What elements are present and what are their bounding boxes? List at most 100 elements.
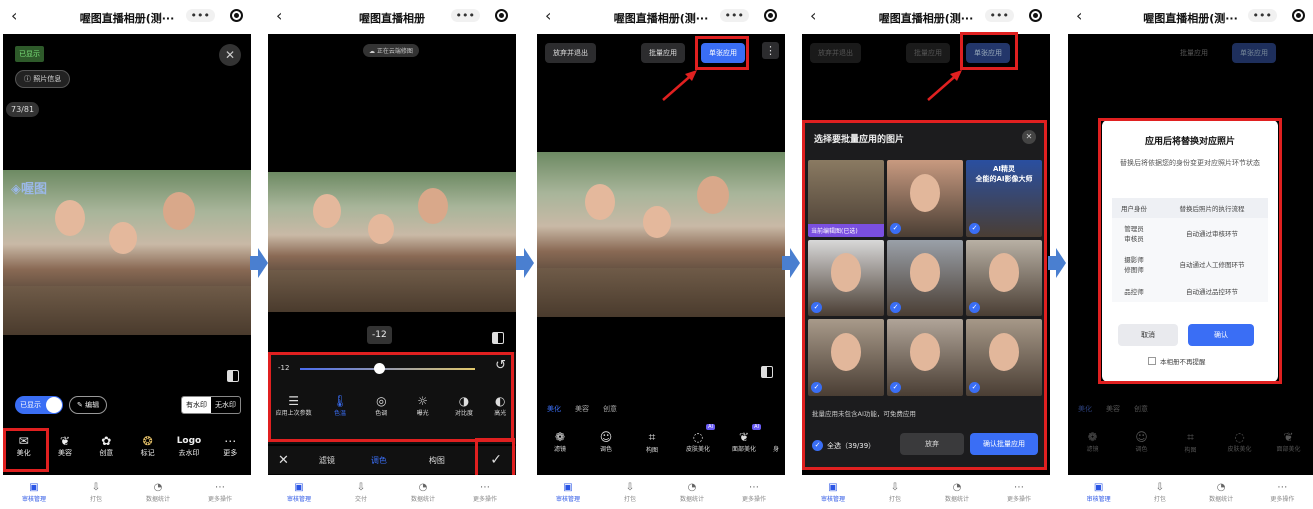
tab-review[interactable]: ▣ 审核管理 [274,482,324,503]
toggle-knob [46,397,62,413]
tab-beauty[interactable]: 美容 [1106,404,1120,414]
tab-beautify[interactable]: 美化 [547,404,561,414]
watermark-on[interactable]: 有水印 [182,397,211,413]
more-dots-icon: ⋯ [480,481,490,493]
record-icon[interactable] [1292,9,1305,22]
tab-package[interactable]: ⇩ 打包 [605,482,655,503]
filter-icon: ❁ [1087,430,1098,444]
tool-crop[interactable]: ⌗ 构图 [633,430,671,454]
watermark-off[interactable]: 无水印 [211,397,240,413]
tab-package[interactable]: ⇩ 打包 [1135,482,1185,503]
record-icon[interactable] [764,9,777,22]
nav-bar: ‹ 喔图直播相册(测··· ••• [802,0,1050,34]
tab-stats[interactable]: ◔ 数据统计 [133,482,183,503]
record-icon[interactable] [1029,9,1042,22]
value-badge: -12 [367,326,392,344]
edit-button[interactable]: ✎ 编辑 [69,396,108,414]
tool-filter[interactable]: ❁ 滤镜 [541,430,579,454]
more-menu-icon[interactable]: ••• [185,9,215,22]
tab-label: 更多操作 [207,495,232,503]
discard-exit-button[interactable]: 放弃并退出 [810,43,861,63]
watermark-switch[interactable]: 有水印 无水印 [181,396,241,414]
tool-body[interactable]: 身 [771,430,781,454]
more-menu-icon[interactable]: ••• [450,9,480,22]
tab-stats[interactable]: ◔ 数据统计 [1196,482,1246,503]
tab-more[interactable]: ⋯ 更多操作 [729,482,779,503]
tab-creative[interactable]: 创意 [1134,404,1148,414]
tab-package[interactable]: ⇩ 打包 [870,482,920,503]
batch-apply-button[interactable]: 批量应用 [1172,43,1216,63]
tool-beauty[interactable]: ❦ 美容 [46,434,84,458]
more-dots-icon: ⋯ [1014,481,1024,493]
face-icon: ❦ [738,430,750,444]
batch-apply-button[interactable]: 批量应用 [906,43,950,63]
crop-icon: ⌗ [1187,430,1194,444]
log-prop [3,285,251,335]
compare-icon[interactable] [761,366,773,378]
tool-face[interactable]: AI ❦ 面部美化 [725,424,763,454]
woman-face [313,194,341,228]
highlight-confirm [475,438,515,478]
tool-label: 滤镜 [1086,446,1099,453]
cloud-icon: ☁ [369,48,377,55]
record-icon[interactable] [495,9,508,22]
tab-filter[interactable]: 滤镜 [319,455,335,466]
batch-apply-button[interactable]: 批量应用 [641,43,685,63]
more-menu-icon[interactable]: ••• [984,9,1014,22]
tool-color[interactable]: ☺ 调色 [587,430,625,454]
tool-more[interactable]: ⋯ 更多 [211,434,249,458]
more-vertical-icon[interactable]: ⋮ [762,42,779,59]
single-apply-button[interactable]: 单张应用 [1232,43,1276,63]
bottom-tab-bar: ▣ 审核管理 ⇩ 打包 ◔ 数据统计 ⋯ 更多操作 [3,475,251,509]
review-icon: ▣ [828,481,838,493]
more-menu-icon[interactable]: ••• [1247,9,1277,22]
tab-label: 数据统计 [410,495,435,503]
category-tabs: 美化 美容 创意 [547,404,617,414]
tool-creative[interactable]: ✿ 创意 [87,434,125,458]
tool-skin[interactable]: ◌ 皮肤美化 [1220,430,1260,454]
display-toggle[interactable]: 已显示 [15,396,63,414]
tab-review[interactable]: ▣ 审核管理 [808,482,858,503]
tab-more[interactable]: ⋯ 更多操作 [460,482,510,503]
tab-more[interactable]: ⋯ 更多操作 [1257,482,1307,503]
tab-stats[interactable]: ◔ 数据统计 [932,482,982,503]
tool-mark[interactable]: ❂ 标记 [129,434,167,458]
close-icon[interactable]: ✕ [219,44,241,66]
compare-icon[interactable] [227,370,239,382]
tool-skin[interactable]: AI ◌ 皮肤美化 [679,424,717,454]
tool-filter[interactable]: ❁ 滤镜 [1073,430,1113,454]
tab-creative[interactable]: 创意 [603,404,617,414]
tool-crop[interactable]: ⌗ 构图 [1171,430,1211,454]
tab-more[interactable]: ⋯ 更多操作 [994,482,1044,503]
tab-deliver[interactable]: ⇩ 交付 [336,482,386,503]
tool-remove-watermark[interactable]: Logo 去水印 [170,434,208,458]
cancel-icon[interactable]: ✕ [278,453,289,468]
man-face [418,188,448,224]
tool-label: 调色 [1135,446,1148,453]
tab-stats[interactable]: ◔ 数据统计 [398,482,448,503]
tab-beautify[interactable]: 美化 [1078,404,1092,414]
tab-review[interactable]: ▣ 审核管理 [1074,482,1124,503]
package-icon: ⇩ [356,481,366,493]
tab-more[interactable]: ⋯ 更多操作 [195,482,245,503]
discard-exit-button[interactable]: 放弃并退出 [545,43,596,63]
filter-icon: ❁ [554,430,566,444]
photo-info-button[interactable]: ⓘ 照片信息 [15,70,71,88]
tab-beauty[interactable]: 美容 [575,404,589,414]
flow-arrow-icon [1048,248,1066,278]
tab-package[interactable]: ⇩ 打包 [71,482,121,503]
more-icon: ⋯ [224,434,237,448]
bottom-tab-bar: ▣ 审核管理 ⇩ 打包 ◔ 数据统计 ⋯ 更多操作 [1068,475,1313,509]
more-menu-icon[interactable]: ••• [719,9,749,22]
tool-face[interactable]: ❦ 面部美化 [1269,430,1309,454]
tab-crop[interactable]: 构图 [429,455,445,466]
tool-color[interactable]: ☺ 调色 [1122,430,1162,454]
compare-icon[interactable] [492,332,504,344]
flow-arrow-icon [516,248,534,278]
nav-bar: ‹ 喔图直播相册(测··· ••• [3,0,251,34]
tab-review[interactable]: ▣ 审核管理 [543,482,593,503]
tab-color[interactable]: 调色 [371,455,387,466]
tab-review[interactable]: ▣ 审核管理 [9,482,59,503]
record-icon[interactable] [230,9,243,22]
tab-stats[interactable]: ◔ 数据统计 [667,482,717,503]
